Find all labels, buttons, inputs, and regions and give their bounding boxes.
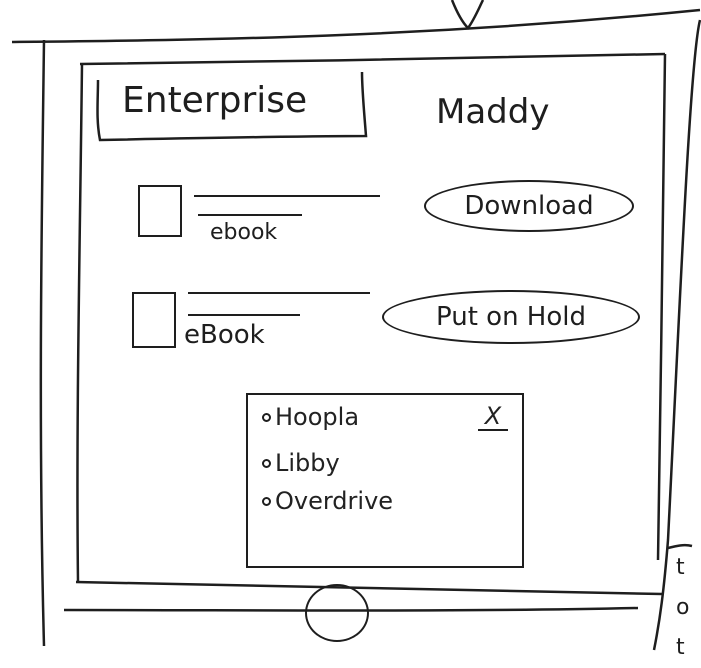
book-cover-thumbnail[interactable] [138,185,182,237]
radio-icon[interactable] [262,496,271,506]
author-placeholder-line [198,214,302,216]
put-on-hold-button[interactable]: Put on Hold [382,290,640,344]
download-button[interactable]: Download [424,180,634,232]
item-format-label: ebook [210,220,278,245]
margin-note: t o t [676,555,690,660]
service-picker-popup: X Hoopla Libby Overdrive [246,393,524,568]
item-format-label: eBook [184,320,265,350]
title-placeholder-line [188,292,370,294]
author-placeholder-line [188,314,300,316]
radio-icon[interactable] [262,458,271,468]
radio-icon[interactable] [262,412,271,422]
brand-title: Enterprise [122,80,308,121]
option-label: Overdrive [275,487,394,515]
option-libby[interactable]: Libby [262,449,340,477]
home-button[interactable] [305,584,369,642]
option-overdrive[interactable]: Overdrive [262,487,393,515]
option-hoopla[interactable]: Hoopla [262,403,359,431]
book-cover-thumbnail[interactable] [132,292,176,348]
title-placeholder-line [194,195,380,197]
option-label: Hoopla [275,403,360,431]
close-icon[interactable]: X [478,402,508,431]
option-label: Libby [275,449,340,477]
user-name[interactable]: Maddy [436,92,549,132]
